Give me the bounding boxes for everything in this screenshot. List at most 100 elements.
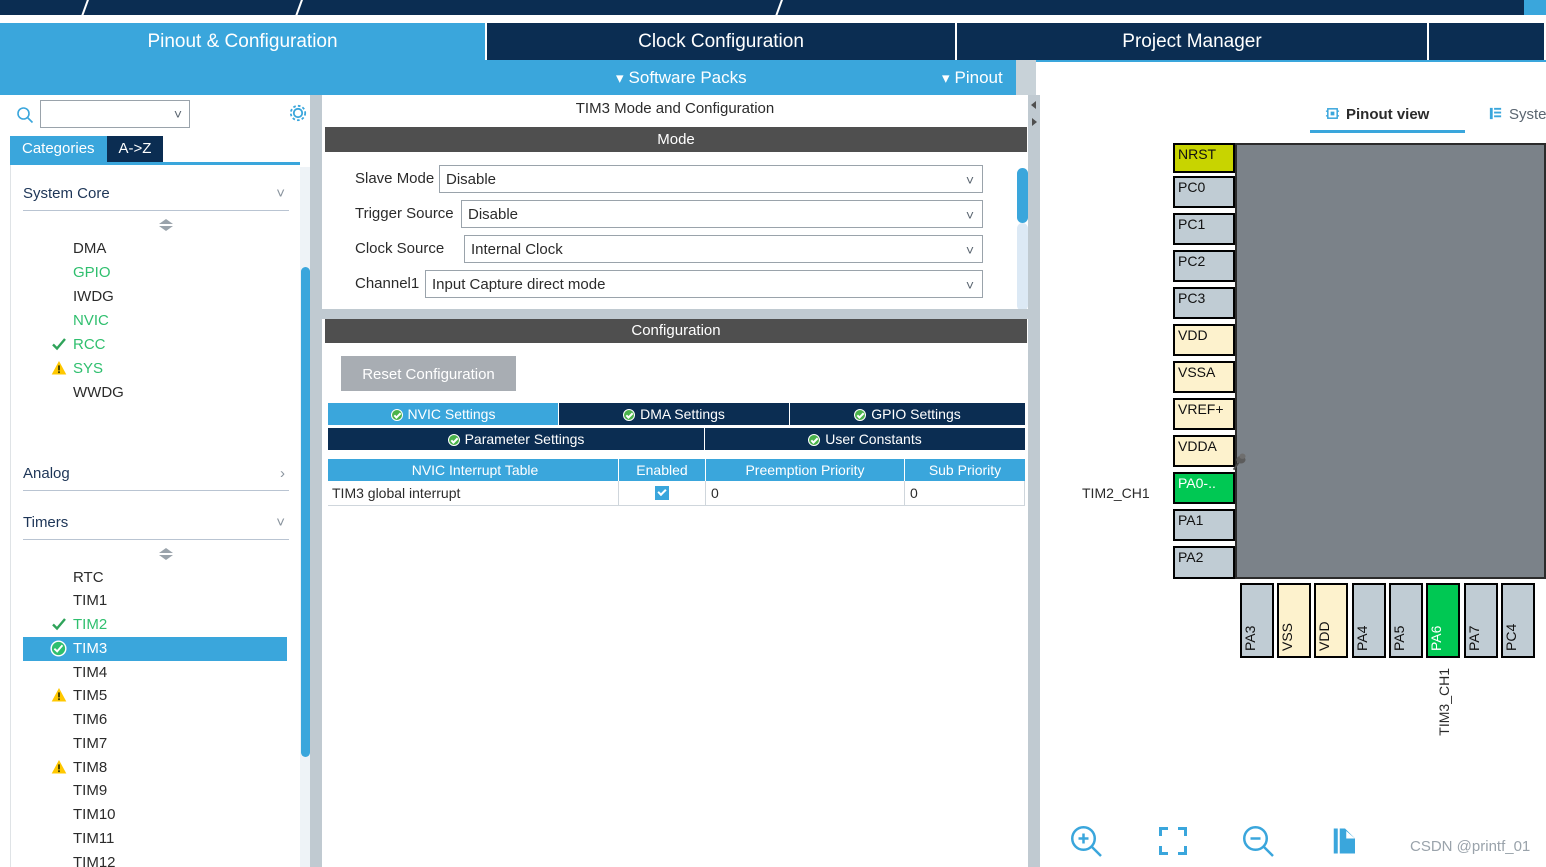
trigger-source-select[interactable]: Disable ˅ <box>461 200 983 228</box>
gear-icon[interactable] <box>288 103 308 123</box>
pin-pc3[interactable]: PC3 <box>1173 287 1235 319</box>
tree-item-dma[interactable]: DMA <box>23 237 287 261</box>
tab-system-view-label: Syste <box>1509 106 1546 123</box>
tree-item-tim8[interactable]: TIM8 <box>23 756 287 780</box>
tree-item-gpio[interactable]: GPIO <box>23 261 287 285</box>
tree-item-tim12[interactable]: TIM12 <box>23 851 287 867</box>
tree-item-tim10[interactable]: TIM10 <box>23 803 287 827</box>
collapse-left-arrow[interactable] <box>1029 98 1039 112</box>
left-sidebar: ˅ Categories A->Z System Core ˅ DMA GPIO… <box>0 95 318 867</box>
reset-configuration-button[interactable]: Reset Configuration <box>341 356 516 391</box>
pin-vdd-bottom[interactable]: VDD <box>1314 583 1348 658</box>
pin-pa7[interactable]: PA7 <box>1464 583 1498 658</box>
pin-pc0[interactable]: PC0 <box>1173 176 1235 208</box>
tree-item-iwdg[interactable]: IWDG <box>23 285 287 309</box>
rotate-icon[interactable] <box>1325 821 1365 861</box>
tree-item-tim11[interactable]: TIM11 <box>23 827 287 851</box>
pin-pc1[interactable]: PC1 <box>1173 213 1235 245</box>
pin-pc2[interactable]: PC2 <box>1173 250 1235 282</box>
tree-item-tim9[interactable]: TIM9 <box>23 779 287 803</box>
channel1-select[interactable]: Input Capture direct mode ˅ <box>425 270 983 298</box>
pin-pa1[interactable]: PA1 <box>1173 509 1235 541</box>
tab-clock-configuration[interactable]: Clock Configuration <box>487 23 957 60</box>
mode-scrollbar-thumb[interactable] <box>1017 168 1028 223</box>
cell-preemption-priority[interactable]: 0 <box>706 481 905 506</box>
pin-vdda[interactable]: VDDA <box>1173 435 1235 467</box>
tree-item-nvic[interactable]: NVIC <box>23 309 287 333</box>
search-input[interactable]: ˅ <box>40 100 190 128</box>
tab-tools[interactable] <box>1429 23 1544 60</box>
pin-pa3[interactable]: PA3 <box>1240 583 1274 658</box>
tab-dma-settings[interactable]: DMA Settings <box>559 403 790 425</box>
pin-pa6[interactable]: PA6 <box>1426 583 1460 658</box>
sidebar-tab-categories[interactable]: Categories <box>10 136 107 162</box>
tree-item-tim6[interactable]: TIM6 <box>23 708 287 732</box>
group-system-core[interactable]: System Core ˅ <box>23 179 289 211</box>
chevron-down-icon: ˅ <box>276 514 285 531</box>
group-analog[interactable]: Analog › <box>23 459 289 491</box>
pin-nrst[interactable]: NRST <box>1173 143 1235 173</box>
tree-item-sys[interactable]: SYS <box>23 357 287 381</box>
tab-user-constants[interactable]: User Constants <box>705 428 1025 450</box>
subnav-software-packs[interactable]: ▾ Software Packs <box>616 60 747 95</box>
tree-item-rtc[interactable]: RTC <box>23 566 287 590</box>
pin-vref-plus[interactable]: VREF+ <box>1173 398 1235 430</box>
subnav-pinout[interactable]: ▾ Pinout <box>942 60 1003 95</box>
cell-sub-priority[interactable]: 0 <box>905 481 1025 506</box>
tree-item-dma-label: DMA <box>73 240 107 257</box>
pin-vssa[interactable]: VSSA <box>1173 361 1235 393</box>
pin-vss[interactable]: VSS <box>1277 583 1311 658</box>
tree-item-tim1[interactable]: TIM1 <box>23 589 287 613</box>
tree-item-tim2[interactable]: TIM2 <box>23 613 287 637</box>
tree-item-rcc[interactable]: RCC <box>23 333 287 357</box>
check-circle-icon <box>623 409 636 421</box>
pin-pa0[interactable]: PA0-.. <box>1173 472 1235 504</box>
tab-system-view[interactable]: Syste <box>1488 100 1546 130</box>
tree-item-tim3[interactable]: TIM3 <box>23 637 287 661</box>
channel1-value: Input Capture direct mode <box>432 276 606 293</box>
field-slave-mode-label: Slave Mode <box>355 170 435 187</box>
pin-pa4[interactable]: PA4 <box>1352 583 1386 658</box>
sidebar-scrollbar-thumb[interactable] <box>301 267 310 757</box>
zoom-in-icon[interactable] <box>1066 821 1106 861</box>
scroll-spinner[interactable] <box>159 219 173 231</box>
scroll-spinner[interactable] <box>159 548 173 560</box>
slave-mode-select[interactable]: Disable ˅ <box>439 165 983 193</box>
tab-parameter-settings[interactable]: Parameter Settings <box>328 428 705 450</box>
pin-pa5[interactable]: PA5 <box>1389 583 1423 658</box>
tab-pinout-view[interactable]: Pinout view <box>1325 100 1429 130</box>
pin-pc4[interactable]: PC4 <box>1501 583 1535 658</box>
tree-item-tim2-label: TIM2 <box>73 616 108 633</box>
search-row: ˅ <box>0 95 318 135</box>
center-splitter[interactable] <box>1028 95 1040 867</box>
pin-pc1-label: PC1 <box>1178 216 1206 232</box>
pin-vssa-label: VSSA <box>1178 364 1216 380</box>
group-timers[interactable]: Timers ˅ <box>23 508 289 540</box>
pin-pa7-label: PA7 <box>1466 625 1482 651</box>
tab-nvic-settings[interactable]: NVIC Settings <box>328 403 559 425</box>
tree-item-tim5[interactable]: TIM5 <box>23 684 287 708</box>
pin-pa2[interactable]: PA2 <box>1173 546 1235 579</box>
tab-pinout-configuration[interactable]: Pinout & Configuration <box>0 23 487 60</box>
cell-enabled[interactable] <box>619 481 706 506</box>
chip-body <box>1235 143 1546 579</box>
sidebar-splitter[interactable] <box>310 95 322 867</box>
tree-item-wwdg[interactable]: WWDG <box>23 381 287 405</box>
pin-pa2-label: PA2 <box>1178 549 1204 565</box>
pin-vdd-left[interactable]: VDD <box>1173 324 1235 356</box>
decor-slash <box>773 0 785 15</box>
enabled-checkbox[interactable] <box>655 486 669 500</box>
search-icon[interactable] <box>16 106 34 124</box>
column-header-preemption-priority: Preemption Priority <box>706 459 905 481</box>
table-row[interactable]: TIM3 global interrupt 0 0 <box>328 481 1025 506</box>
tree-item-tim4[interactable]: TIM4 <box>23 661 287 685</box>
zoom-out-icon[interactable] <box>1238 821 1278 861</box>
sidebar-tab-a-to-z[interactable]: A->Z <box>106 136 164 162</box>
field-slave-mode: Slave Mode Disable ˅ <box>325 165 983 193</box>
clock-source-select[interactable]: Internal Clock ˅ <box>464 235 983 263</box>
expand-right-arrow[interactable] <box>1029 115 1039 129</box>
tab-gpio-settings[interactable]: GPIO Settings <box>790 403 1025 425</box>
tab-project-manager[interactable]: Project Manager <box>957 23 1429 60</box>
tree-item-tim7[interactable]: TIM7 <box>23 732 287 756</box>
fit-to-screen-icon[interactable] <box>1153 821 1193 861</box>
